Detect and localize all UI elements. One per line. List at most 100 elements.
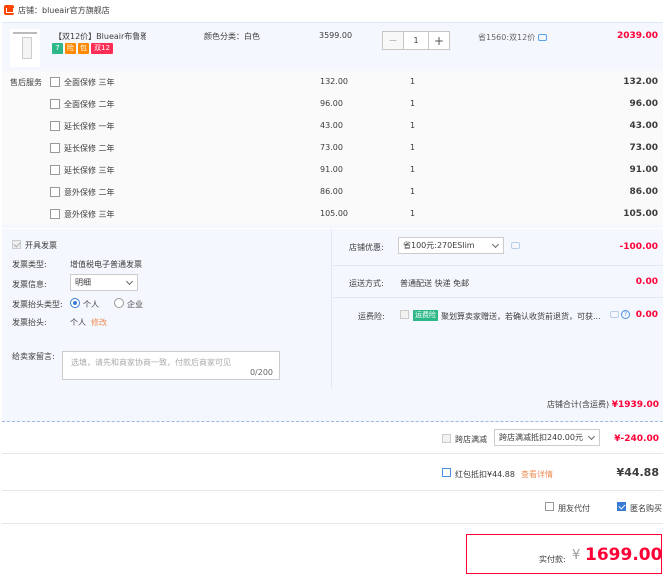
message-icon[interactable] [610, 311, 619, 318]
order-options-panel: 开具发票 发票类型: 增值税电子普通发票 发票信息: 明细 发票抬头类型: 个人… [2, 229, 663, 388]
quantity-plus-button[interactable]: + [428, 31, 450, 50]
help-icon[interactable]: ? [621, 310, 630, 319]
invoice-title-type-label: 发票抬头类型: [12, 300, 63, 309]
seven-day-return-badge: 7 [52, 43, 63, 54]
shop-discount-amount: -100.00 [619, 242, 658, 252]
insurance-label: 运费险: [358, 312, 385, 321]
service-price: 91.00 [320, 165, 343, 174]
cross-store-select[interactable]: 跨店满减抵扣240.00元 [494, 429, 600, 446]
discount-section: 店铺优惠: 省100元:270ESlim -100.00 运送方式: 普通配送 … [333, 229, 663, 388]
service-label: 全面保修 三年 [64, 78, 115, 87]
seller-message-input[interactable]: 选填，请先和商家协商一致，付款后商家可见 0/200 [62, 351, 280, 380]
red-packet-checkbox[interactable] [442, 468, 451, 477]
cross-store-amount: ¥-240.00 [614, 434, 659, 444]
service-price: 105.00 [320, 209, 348, 218]
anonymous-checkbox[interactable] [617, 502, 626, 511]
insurance-text: 聚划算卖家赠送，若确认收货前退货，可获... [441, 312, 601, 321]
service-price: 43.00 [320, 121, 343, 130]
service-qty: 1 [410, 209, 416, 218]
payment-amount: 1699.00 [585, 545, 663, 565]
product-title-link[interactable]: 【双12价】Blueair布鲁雅尔空... [54, 31, 146, 42]
quantity-input[interactable]: 1 [404, 31, 428, 50]
shipping-value: 普通配送 快递 免邮 [400, 279, 470, 288]
invoice-open-label: 开具发票 [25, 241, 57, 250]
product-unit-price: 3599.00 [319, 31, 353, 40]
shop-discount-label: 店铺优惠: [349, 243, 384, 252]
shop-subtotal-amount: ¥1939.00 [611, 400, 659, 410]
shop-icon [4, 5, 14, 15]
product-row: 【双12价】Blueair布鲁雅尔空... 7 险 包 双12 颜色分类：白色 … [2, 23, 663, 71]
product-saving: 省1560:双12价 [478, 32, 548, 43]
service-row: 意外保修 三年 105.00 1 105.00 [2, 203, 663, 225]
invoice-type-value: 增值税电子普通发票 [70, 260, 142, 269]
currency-symbol: ¥ [572, 548, 581, 563]
chevron-down-icon [587, 432, 596, 441]
message-icon[interactable] [511, 242, 520, 249]
product-total: 2039.00 [617, 31, 658, 41]
service-checkbox[interactable] [50, 121, 60, 131]
service-qty: 1 [410, 187, 416, 196]
service-price: 73.00 [320, 143, 343, 152]
double12-badge: 双12 [91, 43, 113, 54]
service-checkbox[interactable] [50, 99, 60, 109]
service-total: 86.00 [629, 187, 658, 197]
product-badges: 7 险 包 双12 [52, 43, 113, 54]
message-label: 给卖家留言: [12, 352, 55, 361]
service-qty: 1 [410, 77, 416, 86]
saving-text: 省1560:双12价 [478, 33, 536, 42]
shipping-amount: 0.00 [635, 277, 658, 287]
shop-name-link[interactable]: 店铺：blueair官方旗舰店 [18, 5, 110, 16]
shop-header: 店铺：blueair官方旗舰店 [0, 0, 663, 20]
service-checkbox[interactable] [50, 187, 60, 197]
radio-personal[interactable] [70, 298, 80, 308]
service-row: 延长保修 一年 43.00 1 43.00 [2, 115, 663, 137]
invoice-title-label: 发票抬头: [12, 318, 47, 327]
service-checkbox[interactable] [50, 165, 60, 175]
invoice-edit-link[interactable]: 修改 [91, 317, 107, 328]
service-label: 意外保修 二年 [64, 188, 115, 197]
quantity-minus-button[interactable]: − [382, 31, 404, 50]
service-qty: 1 [410, 121, 416, 130]
chevron-down-icon [491, 240, 500, 249]
cross-store-checkbox[interactable] [442, 434, 451, 443]
shop-discount-select[interactable]: 省100元:270ESlim [398, 237, 504, 254]
service-total: 91.00 [629, 165, 658, 175]
shop-discount-value: 省100元:270ESlim [403, 241, 475, 250]
anonymous-label: 匿名购买 [630, 504, 662, 513]
service-checkbox[interactable] [50, 143, 60, 153]
invoice-info-select[interactable]: 明细 [70, 274, 138, 291]
friend-pay-label: 朋友代付 [558, 504, 590, 513]
red-packet-label: 红包抵扣¥44.88 [455, 470, 515, 479]
shop-subtotal-row: 店铺合计(含运费) ¥1939.00 [2, 388, 663, 422]
cross-store-discount-row: 跨店满减 跨店满减抵扣240.00元 ¥-240.00 [2, 423, 663, 454]
service-price: 86.00 [320, 187, 343, 196]
service-total: 96.00 [629, 99, 658, 109]
red-packet-details-link[interactable]: 查看详情 [521, 469, 553, 480]
service-label: 意外保修 三年 [64, 210, 115, 219]
service-qty: 1 [410, 99, 416, 108]
service-total: 43.00 [629, 121, 658, 131]
shop-subtotal: 店铺合计(含运费) ¥1939.00 [547, 399, 659, 410]
insurance-amount: 0.00 [635, 310, 658, 320]
payment-label: 实付款: [539, 555, 566, 564]
insurance-checkbox[interactable] [400, 310, 409, 319]
service-price: 132.00 [320, 77, 348, 86]
insurance-badge: 险 [65, 43, 76, 54]
message-counter: 0/200 [249, 368, 273, 377]
service-checkbox[interactable] [50, 77, 60, 87]
service-label: 延长保修 二年 [64, 144, 115, 153]
radio-personal-label: 个人 [83, 300, 99, 309]
radio-company[interactable] [114, 298, 124, 308]
product-sku: 颜色分类：白色 [204, 32, 260, 41]
friend-pay-checkbox[interactable] [545, 502, 554, 511]
message-icon[interactable] [538, 34, 548, 41]
service-price: 96.00 [320, 99, 343, 108]
service-total: 73.00 [629, 143, 658, 153]
red-packet-row: 红包抵扣¥44.88 查看详情 ¥44.88 [2, 455, 663, 491]
order-item-block: 【双12价】Blueair布鲁雅尔空... 7 险 包 双12 颜色分类：白色 … [2, 22, 663, 228]
product-thumbnail[interactable] [10, 29, 40, 67]
message-placeholder: 选填，请先和商家协商一致，付款后商家可见 [71, 358, 231, 367]
service-total: 132.00 [623, 77, 658, 87]
service-checkbox[interactable] [50, 209, 60, 219]
invoice-checkbox[interactable] [12, 240, 21, 249]
